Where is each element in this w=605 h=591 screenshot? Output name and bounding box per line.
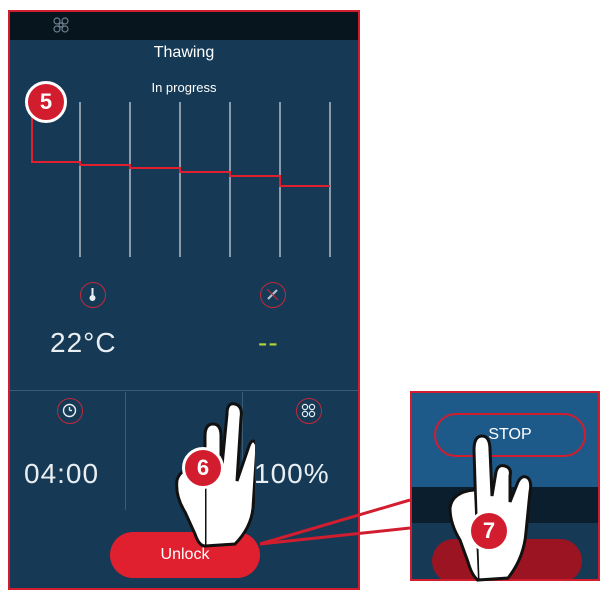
- hand-pointer-icon: [448, 434, 533, 582]
- step-badge-7: 7: [468, 510, 510, 552]
